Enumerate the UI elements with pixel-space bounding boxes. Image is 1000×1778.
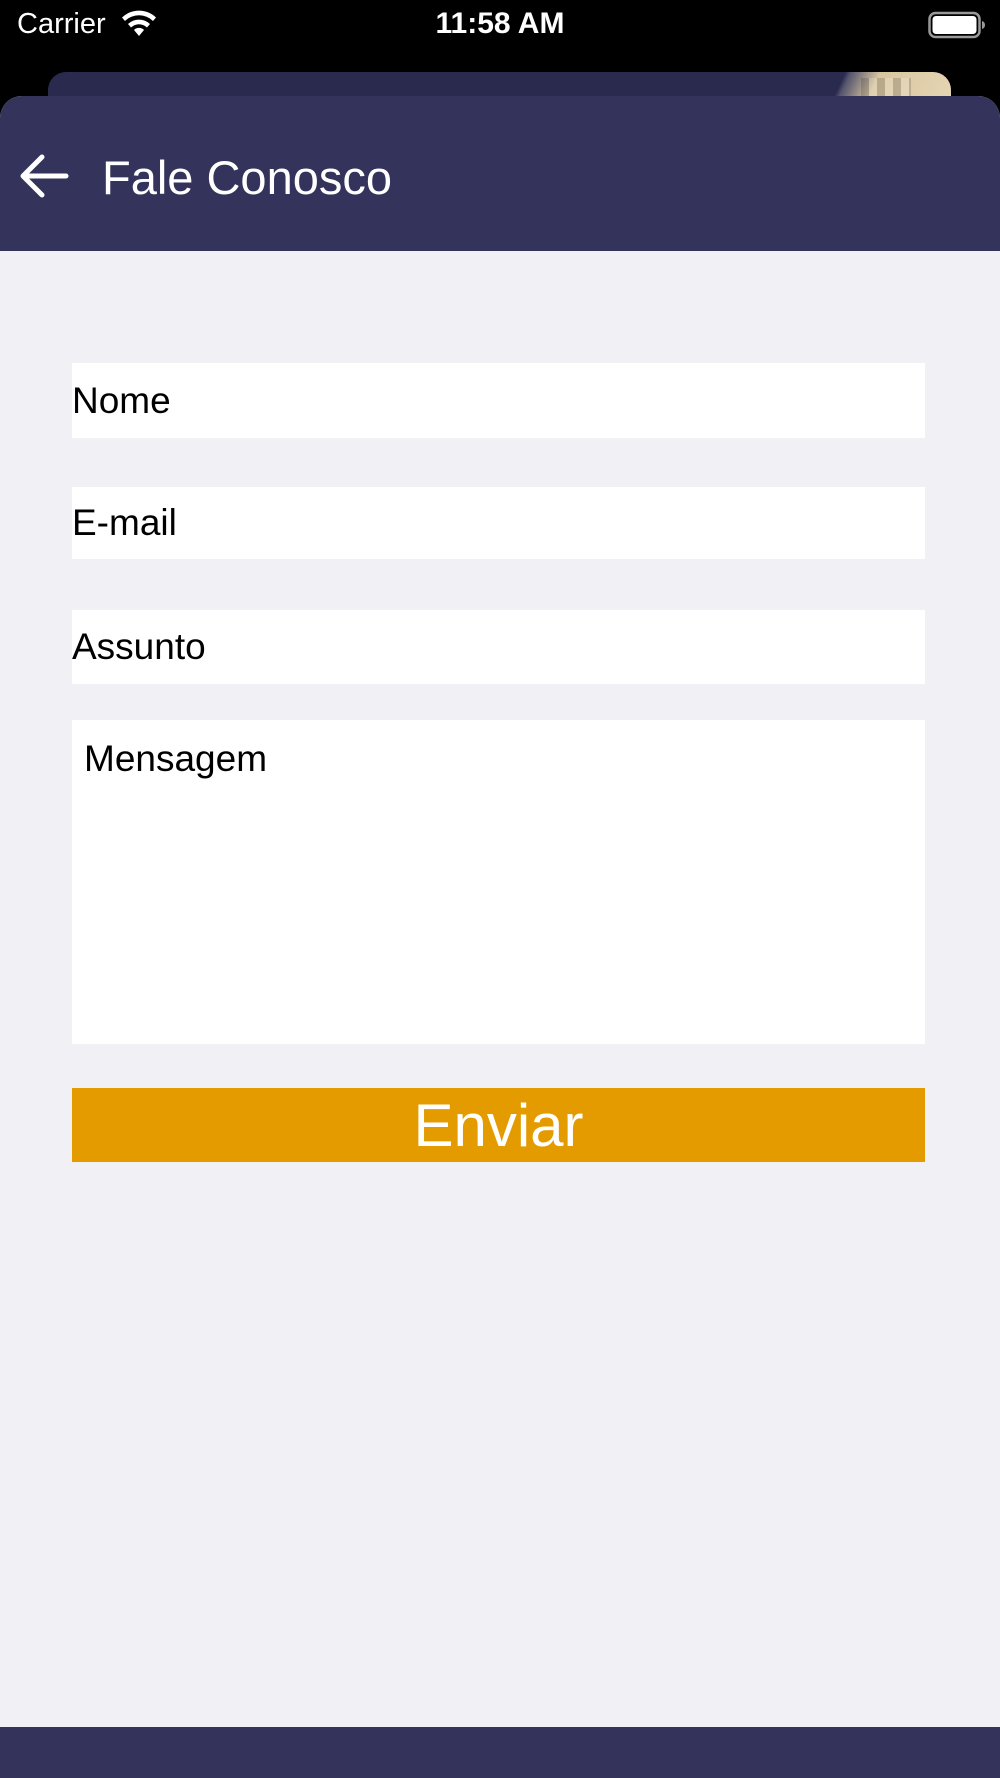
arrow-left-icon [20, 154, 69, 198]
send-button[interactable]: Enviar [72, 1088, 925, 1162]
clock-time: 11:58 AM [435, 7, 565, 40]
email-input[interactable] [72, 487, 925, 559]
battery-full-icon [928, 11, 985, 39]
contact-sheet: Fale Conosco Enviar [0, 96, 1000, 1778]
navigation-bar: Fale Conosco [0, 96, 1000, 251]
subject-input[interactable] [72, 610, 925, 684]
name-input[interactable] [72, 363, 925, 438]
page-title: Fale Conosco [102, 151, 392, 204]
bottom-bar [0, 1727, 1000, 1778]
back-button[interactable] [14, 146, 74, 206]
status-bar: Carrier 11:58 AM [0, 0, 1000, 56]
message-textarea[interactable] [72, 720, 925, 1044]
